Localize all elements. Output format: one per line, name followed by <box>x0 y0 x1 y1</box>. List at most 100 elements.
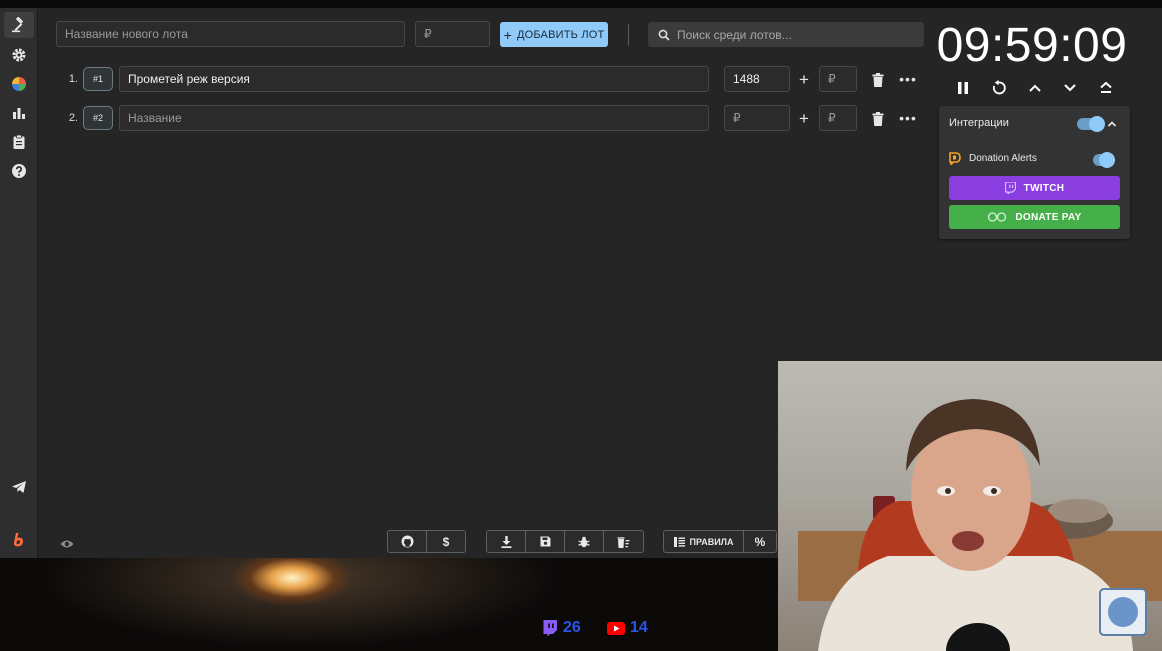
sidebar-item-logo[interactable] <box>4 527 34 553</box>
donatepay-label: DONATE PAY <box>1015 211 1082 223</box>
top-strip <box>0 0 1162 8</box>
sidebar-item-history[interactable] <box>4 129 34 155</box>
timer-restart-button[interactable] <box>988 78 1010 98</box>
timer-decrease-button[interactable] <box>1059 78 1081 98</box>
percent-icon: % <box>754 534 766 549</box>
integrations-panel: Интеграции Donation Alerts TWITCH DONATE… <box>939 106 1130 239</box>
toolbar-group-links: $ <box>387 530 466 553</box>
rules-icon <box>673 536 685 547</box>
lot-index: 1. <box>68 73 78 85</box>
new-lot-name-input[interactable]: Название нового лота <box>56 21 405 47</box>
donatepay-connect-button[interactable]: DONATE PAY <box>949 205 1120 229</box>
timer-collapse-button[interactable] <box>1095 78 1117 98</box>
sidebar <box>0 8 38 558</box>
toolbar-group-rules: ПРАВИЛА % <box>663 530 777 553</box>
pause-icon <box>958 82 968 94</box>
pie-chart-icon <box>12 77 26 91</box>
game-capture-fire <box>0 558 778 651</box>
lot-amount-input[interactable]: ₽ <box>724 105 790 131</box>
save-icon <box>540 536 550 547</box>
timer-increase-button[interactable] <box>1024 78 1046 98</box>
github-button[interactable] <box>388 531 427 552</box>
more-icon[interactable]: ••• <box>899 109 917 127</box>
toolbar-group-actions <box>486 530 644 553</box>
eject-icon <box>1100 81 1112 93</box>
sidebar-item-stats[interactable] <box>4 100 34 126</box>
toolbar-divider <box>628 24 629 46</box>
sidebar-item-auction[interactable] <box>4 12 34 38</box>
lot-search-input[interactable]: Поиск среди лотов... <box>648 22 924 47</box>
lot-name-input[interactable]: Прометей реж версия <box>119 66 709 92</box>
twitch-label: TWITCH <box>1023 182 1065 194</box>
twitch-viewers: 26 <box>563 619 581 636</box>
lot-add-amount-input[interactable]: ₽ <box>819 66 857 92</box>
sidebar-item-wheel[interactable] <box>4 71 34 97</box>
gavel-icon <box>12 17 23 33</box>
donation-alerts-icon <box>949 152 961 170</box>
webcam-feed <box>778 361 1162 651</box>
plus-icon: + <box>503 26 512 43</box>
percent-button[interactable]: % <box>744 531 776 552</box>
twitch-icon <box>1004 182 1016 194</box>
lot-badge[interactable]: #1 <box>83 67 113 91</box>
add-lot-button[interactable]: + ДОБАВИТЬ ЛОТ <box>500 22 608 47</box>
dollar-icon: $ <box>442 534 450 549</box>
sidebar-item-help[interactable] <box>4 158 34 184</box>
gear-icon <box>12 48 26 62</box>
youtube-viewer-count: 14 <box>607 619 648 637</box>
lot-index: 2. <box>68 112 78 124</box>
lot-name-input[interactable]: Название <box>119 105 709 131</box>
bar-chart-icon <box>13 108 25 119</box>
webcam-scene <box>798 399 1162 651</box>
donation-alerts-toggle[interactable] <box>1093 152 1115 168</box>
lot-badge[interactable]: #2 <box>83 106 113 130</box>
lot-delete-button[interactable] <box>869 71 887 89</box>
clear-lots-button[interactable] <box>604 531 643 552</box>
more-icon[interactable]: ••• <box>899 70 917 88</box>
trash-icon <box>872 73 884 87</box>
lot-add-amount-input[interactable]: ₽ <box>819 105 857 131</box>
chevron-up-icon <box>1029 84 1041 92</box>
github-icon <box>401 535 413 548</box>
download-button[interactable] <box>487 531 526 552</box>
chevron-down-icon <box>1064 84 1076 92</box>
timer-pause-button[interactable] <box>952 78 974 98</box>
eye-icon <box>60 540 74 548</box>
add-lot-label: ДОБАВИТЬ ЛОТ <box>516 28 605 41</box>
lot-amount-input[interactable]: 1488 <box>724 66 790 92</box>
search-placeholder: Поиск среди лотов... <box>677 27 792 42</box>
donatepay-icon <box>988 212 1007 222</box>
integrations-collapse-button[interactable] <box>1107 116 1117 134</box>
search-icon <box>658 29 670 41</box>
visibility-toggle[interactable] <box>60 536 74 554</box>
download-icon <box>501 535 511 548</box>
telegram-icon <box>12 481 26 493</box>
clipboard-icon <box>13 134 25 149</box>
lot-add-amount-button[interactable]: + <box>796 71 812 88</box>
trash-icon <box>872 112 884 126</box>
integrations-title: Интеграции <box>949 117 1009 129</box>
bug-icon <box>578 536 590 547</box>
restart-icon <box>992 80 1006 95</box>
donation-alerts-label: Donation Alerts <box>969 153 1037 164</box>
rules-label: ПРАВИЛА <box>689 536 734 547</box>
delete-sweep-icon <box>617 536 630 548</box>
donate-button[interactable]: $ <box>427 531 465 552</box>
youtube-icon <box>607 621 625 635</box>
sidebar-item-telegram[interactable] <box>4 474 34 500</box>
app-logo-icon <box>13 533 23 547</box>
save-button[interactable] <box>526 531 565 552</box>
sidebar-item-settings[interactable] <box>4 42 34 68</box>
new-lot-amount-input[interactable]: ₽ <box>415 21 490 47</box>
twitch-connect-button[interactable]: TWITCH <box>949 176 1120 200</box>
help-icon <box>12 164 26 178</box>
lot-add-amount-button[interactable]: + <box>796 110 812 127</box>
twitch-icon <box>543 619 557 636</box>
rules-button[interactable]: ПРАВИЛА <box>664 531 744 552</box>
timer-display: 09:59:09 <box>936 19 1128 72</box>
integrations-toggle[interactable] <box>1077 116 1105 132</box>
twitch-viewer-count: 26 <box>542 619 581 637</box>
youtube-viewers: 14 <box>630 619 648 636</box>
lot-delete-button[interactable] <box>869 110 887 128</box>
bug-report-button[interactable] <box>565 531 604 552</box>
